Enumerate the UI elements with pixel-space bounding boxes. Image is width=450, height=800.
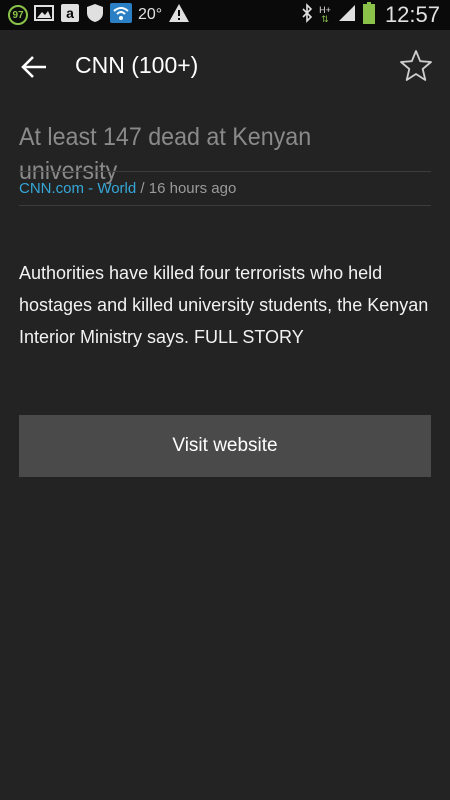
warning-icon — [168, 3, 190, 28]
clock-text: 12:57 — [384, 2, 440, 27]
favorite-button[interactable] — [398, 48, 434, 84]
meta-separator: / — [136, 180, 149, 197]
article-meta: CNN.com - World / 16 hours ago — [19, 180, 236, 197]
back-arrow-icon — [16, 56, 56, 90]
divider-bottom — [19, 205, 431, 206]
signal-icon — [337, 3, 357, 28]
status-bar-left: 97 a 20° — [8, 2, 190, 28]
notification-count-badge: 97 — [8, 5, 28, 25]
shield-icon — [86, 3, 104, 28]
source-link[interactable]: CNN.com - World — [19, 180, 136, 197]
amazon-icon: a — [60, 3, 80, 28]
divider-top — [19, 171, 431, 172]
battery-icon — [362, 1, 375, 29]
time-ago: 16 hours ago — [148, 180, 237, 197]
star-icon — [398, 50, 434, 88]
status-bar: 97 a 20° H+ ⇅ 12:57 — [0, 0, 450, 30]
article-headline: At least 147 dead at Kenyan university — [19, 123, 312, 185]
page-title: CNN (100+) — [75, 52, 199, 78]
svg-text:a: a — [66, 5, 74, 21]
wifi-icon — [110, 2, 132, 28]
bluetooth-icon — [301, 2, 313, 28]
action-bar: CNN (100+) — [0, 30, 450, 104]
visit-website-button[interactable]: Visit website — [19, 415, 431, 477]
image-icon — [34, 4, 54, 27]
status-bar-right: H+ ⇅ 12:57 — [301, 0, 440, 30]
temperature-text: 20° — [138, 6, 163, 23]
network-type-indicator: H+ ⇅ — [319, 5, 331, 24]
article-body: Authorities have killed four terrorists … — [19, 263, 429, 347]
back-button[interactable] — [16, 48, 56, 86]
